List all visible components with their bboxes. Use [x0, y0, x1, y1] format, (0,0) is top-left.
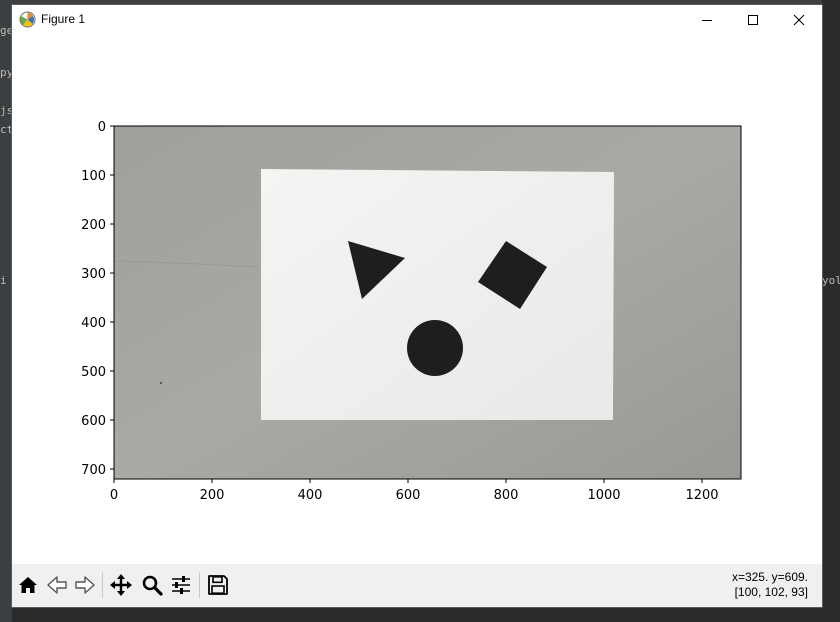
y-axis: 0 100 200 300 400 500 600 700	[81, 120, 114, 478]
x-tick-label: 400	[298, 488, 323, 503]
ide-hint: ct.	[0, 123, 12, 136]
back-button[interactable]	[44, 572, 70, 598]
y-tick-label: 100	[81, 169, 106, 184]
circle-shape	[407, 320, 463, 376]
zoom-button[interactable]	[139, 572, 165, 598]
configure-subplots-button[interactable]	[168, 572, 194, 598]
home-icon	[19, 577, 37, 593]
figure-window: Figure 1 0 200 400 600 800 1000 1200 0 1…	[12, 5, 822, 607]
pixel-value-text: [100, 102, 93]	[734, 585, 808, 599]
maximize-icon	[748, 15, 758, 25]
background-ide-left: ge py js ct. i	[0, 0, 12, 622]
matplotlib-logo-icon	[19, 11, 36, 28]
forward-button[interactable]	[72, 572, 98, 598]
ide-hint: ge	[0, 24, 12, 37]
close-button[interactable]	[776, 5, 822, 35]
y-tick-label: 600	[81, 414, 106, 429]
navigation-toolbar: x=325. y=609. [100, 102, 93]	[12, 564, 822, 607]
pan-icon	[110, 574, 132, 596]
pan-button[interactable]	[108, 572, 134, 598]
configure-subplots-icon	[172, 576, 190, 594]
minimize-icon	[702, 20, 712, 21]
y-tick-label: 400	[81, 316, 106, 331]
x-tick-label: 1000	[587, 488, 620, 503]
close-icon	[793, 14, 805, 26]
maximize-button[interactable]	[730, 5, 776, 35]
home-button[interactable]	[15, 572, 41, 598]
paper-sheet	[261, 169, 614, 420]
y-tick-label: 200	[81, 218, 106, 233]
y-tick-label: 700	[81, 463, 106, 478]
image-axes[interactable]	[113, 125, 742, 480]
ide-hint: js	[0, 104, 12, 117]
wall-speck	[159, 381, 163, 385]
y-tick-label: 300	[81, 267, 106, 282]
x-tick-label: 800	[494, 488, 519, 503]
title-bar[interactable]: Figure 1	[12, 5, 822, 35]
cursor-position-text: x=325. y=609.	[731, 570, 808, 584]
figure-canvas[interactable]: 0 200 400 600 800 1000 1200 0 100 200 30…	[12, 35, 822, 564]
forward-icon	[75, 576, 95, 594]
ide-hint: yol	[822, 274, 840, 287]
x-tick-label: 200	[200, 488, 225, 503]
x-axis: 0 200 400 600 800 1000 1200	[110, 479, 719, 503]
y-tick-label: 500	[81, 365, 106, 380]
background-ide-right: yol	[822, 0, 840, 622]
x-tick-label: 0	[110, 488, 118, 503]
minimize-button[interactable]	[684, 5, 730, 35]
window-title: Figure 1	[41, 12, 86, 26]
ide-hint: i	[0, 274, 7, 287]
toolbar-separator	[199, 572, 200, 598]
x-tick-label: 600	[396, 488, 421, 503]
back-icon	[47, 576, 67, 594]
cursor-coordinates: x=325. y=609. [100, 102, 93]	[732, 570, 808, 600]
toolbar-separator	[102, 572, 103, 598]
save-icon	[208, 575, 228, 595]
ide-hint: py	[0, 66, 12, 79]
x-tick-label: 1200	[685, 488, 718, 503]
y-tick-label: 0	[98, 120, 106, 135]
save-button[interactable]	[205, 572, 231, 598]
zoom-icon	[142, 575, 163, 596]
